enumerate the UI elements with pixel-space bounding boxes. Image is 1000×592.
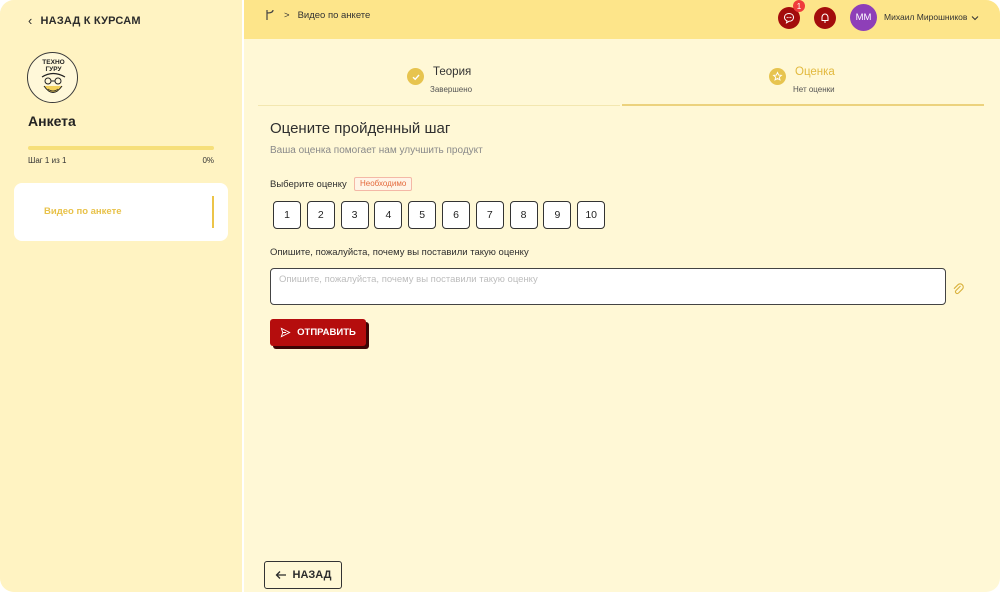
page-subtitle: Ваша оценка помогает нам улучшить продук… bbox=[270, 145, 483, 156]
sidebar-lesson-label: Видео по анкете bbox=[44, 206, 122, 217]
comment-placeholder: Опишите, пожалуйста, почему вы поставили… bbox=[279, 274, 538, 285]
rating-label: Выберите оценку bbox=[270, 179, 347, 190]
step-theory-title: Теория bbox=[433, 66, 472, 78]
guru-face-icon bbox=[41, 72, 66, 93]
page-title: Оцените пройденный шаг bbox=[270, 120, 451, 137]
back-to-courses-label: НАЗАД К КУРСАМ bbox=[40, 14, 141, 27]
progress-percent: 0% bbox=[202, 156, 214, 165]
back-button-label: НАЗАД bbox=[292, 569, 332, 581]
check-icon bbox=[407, 68, 424, 85]
comment-label: Опишите, пожалуйста, почему вы поставили… bbox=[270, 247, 529, 258]
chat-icon bbox=[783, 12, 795, 24]
rating-option-1[interactable]: 1 bbox=[273, 201, 301, 229]
chevron-down-icon bbox=[972, 16, 979, 21]
rating-option-4[interactable]: 4 bbox=[374, 201, 403, 229]
step-rating[interactable]: Оценка Нет оценки bbox=[769, 66, 835, 94]
rating-option-3[interactable]: 3 bbox=[340, 201, 369, 229]
comment-field[interactable]: Опишите, пожалуйста, почему вы поставили… bbox=[270, 268, 946, 305]
star-icon bbox=[769, 68, 786, 85]
course-progress-bar bbox=[28, 146, 214, 150]
breadcrumb: > Видео по анкете bbox=[264, 9, 370, 21]
active-lesson-marker bbox=[212, 196, 214, 228]
rating-option-7[interactable]: 7 bbox=[475, 201, 504, 229]
stepper-track bbox=[258, 105, 620, 106]
bell-icon bbox=[821, 13, 829, 23]
app-frame: ‹ НАЗАД К КУРСАМ ТЕХНО ГУРУ Анкета Шаг 1 … bbox=[0, 0, 1000, 592]
paperclip-icon[interactable] bbox=[952, 282, 964, 296]
rating-option-8[interactable]: 8 bbox=[509, 201, 538, 229]
notifications-button[interactable] bbox=[814, 7, 836, 29]
user-name: Михаил Мирошников bbox=[884, 12, 968, 22]
course-progress-info: Шаг 1 из 1 0% bbox=[28, 156, 214, 165]
step-theory[interactable]: Теория Завершено bbox=[407, 66, 472, 94]
chat-notification-badge: 1 bbox=[793, 0, 805, 12]
step-rating-status: Нет оценки bbox=[793, 85, 835, 94]
step-counter: Шаг 1 из 1 bbox=[28, 156, 67, 165]
sidebar-lesson-item[interactable]: Видео по анкете bbox=[14, 183, 228, 241]
stepper-active-underline bbox=[622, 104, 984, 106]
rating-option-5[interactable]: 5 bbox=[408, 201, 437, 229]
required-badge: Необходимо bbox=[354, 177, 413, 191]
step-theory-status: Завершено bbox=[430, 85, 473, 94]
breadcrumb-item[interactable]: Видео по анкете bbox=[298, 10, 371, 21]
rating-scale: 1 2 3 4 5 6 7 8 9 10 bbox=[273, 201, 606, 229]
chevron-left-icon: ‹ bbox=[28, 13, 33, 28]
course-title: Анкета bbox=[28, 113, 76, 129]
sidebar: ‹ НАЗАД К КУРСАМ ТЕХНО ГУРУ Анкета Шаг 1 … bbox=[0, 0, 242, 592]
branch-icon bbox=[266, 9, 274, 20]
step-rating-title: Оценка bbox=[795, 66, 835, 78]
user-menu[interactable]: Михаил Мирошников bbox=[884, 12, 979, 22]
rating-option-6[interactable]: 6 bbox=[441, 201, 470, 229]
rating-option-10[interactable]: 10 bbox=[577, 201, 606, 229]
arrow-left-icon bbox=[275, 571, 286, 579]
submit-label: ОТПРАВИТЬ bbox=[297, 327, 356, 338]
rating-option-2[interactable]: 2 bbox=[306, 201, 335, 229]
breadcrumb-separator: > bbox=[284, 9, 290, 21]
send-icon bbox=[280, 327, 291, 338]
rating-option-9[interactable]: 9 bbox=[543, 201, 572, 229]
user-avatar[interactable]: ММ bbox=[850, 4, 877, 31]
back-button[interactable]: НАЗАД bbox=[264, 561, 342, 589]
sidebar-divider bbox=[242, 0, 244, 592]
submit-button[interactable]: ОТПРАВИТЬ bbox=[270, 319, 366, 346]
back-to-courses-link[interactable]: ‹ НАЗАД К КУРСАМ bbox=[28, 13, 141, 28]
topbar: > Видео по анкете 1 ММ Михаил Мирошников bbox=[244, 0, 1000, 39]
course-logo: ТЕХНО ГУРУ bbox=[27, 52, 78, 103]
